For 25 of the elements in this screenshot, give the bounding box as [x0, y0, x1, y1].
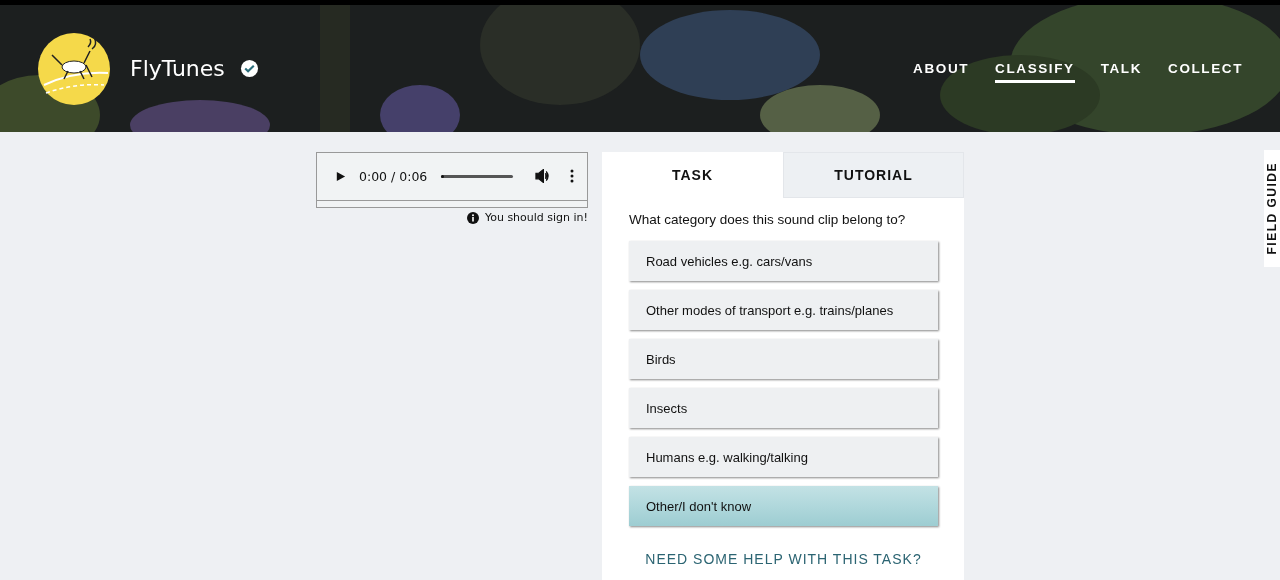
play-icon[interactable]: [335, 170, 346, 182]
nav-link[interactable]: TALK: [1100, 60, 1143, 83]
more-options-icon[interactable]: [570, 169, 575, 183]
field-guide-tab[interactable]: FIELD GUIDE: [1264, 150, 1280, 267]
answer-option[interactable]: Road vehicles e.g. cars/vans: [629, 241, 938, 281]
nav-link[interactable]: CLASSIFY: [995, 60, 1075, 83]
answer-option[interactable]: Other modes of transport e.g. trains/planes: [629, 290, 938, 330]
question-text: What category does this sound clip belong to?: [629, 212, 907, 227]
audio-player[interactable]: 0:00 / 0:06: [316, 152, 588, 208]
nav-link[interactable]: ABOUT: [913, 60, 970, 83]
volume-icon[interactable]: [535, 169, 551, 183]
tab[interactable]: TUTORIAL: [783, 152, 964, 198]
time-display: 0:00 / 0:06: [359, 168, 428, 184]
verified-badge-icon: [239, 59, 259, 78]
sign-in-notice: You should sign in!: [484, 211, 588, 224]
answer-option[interactable]: Other/I don't know: [629, 486, 938, 526]
answer-option[interactable]: Birds: [629, 339, 938, 379]
help-link[interactable]: NEED SOME HELP WITH THIS TASK?: [645, 551, 922, 567]
answer-option[interactable]: Humans e.g. walking/talking: [629, 437, 938, 477]
answer-option[interactable]: Insects: [629, 388, 938, 428]
project-title[interactable]: FlyTunes: [130, 56, 225, 81]
info-icon: [466, 211, 479, 224]
cricket-logo-icon[interactable]: [38, 32, 110, 105]
seek-slider[interactable]: [441, 174, 514, 178]
nav-link[interactable]: COLLECT: [1168, 60, 1243, 83]
